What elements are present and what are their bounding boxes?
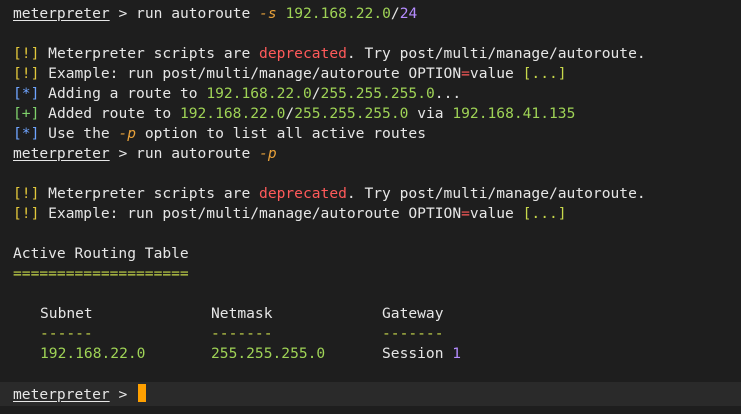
- message-line: [!] Example: run post/multi/manage/autor…: [13, 204, 741, 224]
- deprecated-highlight: deprecated: [259, 45, 347, 62]
- message-text: value: [469, 205, 523, 222]
- message-text: value: [469, 65, 523, 82]
- header-gateway: Gateway: [382, 305, 444, 322]
- info-tag: [*]: [13, 125, 40, 142]
- message-text: Meterpreter scripts are: [48, 185, 260, 202]
- command-slash: /: [390, 5, 400, 22]
- command-flag: -s: [259, 5, 277, 22]
- option-bracket: [...]: [522, 65, 567, 82]
- equals-sign: =: [461, 65, 470, 82]
- active-prompt[interactable]: meterpreter >: [13, 384, 147, 404]
- command-text: run autoroute: [136, 145, 251, 162]
- message-text: Use the: [48, 125, 119, 142]
- message-line: [!] Meterpreter scripts are deprecated. …: [13, 184, 741, 204]
- message-text: Adding a route to: [48, 85, 207, 102]
- message-line: [*] Use the -p option to list all active…: [13, 124, 741, 144]
- cell-gateway: Session 1: [382, 344, 461, 364]
- command-text: run autoroute: [136, 5, 251, 22]
- message-line: [*] Adding a route to 192.168.22.0/255.2…: [13, 84, 741, 104]
- option-bracket: [...]: [522, 205, 567, 222]
- info-tag: [*]: [13, 85, 40, 102]
- header-netmask: Netmask: [211, 305, 273, 322]
- prompt-separator: >: [118, 5, 128, 22]
- route-slash: /: [311, 85, 321, 102]
- message-text: Meterpreter scripts are: [48, 45, 260, 62]
- gateway-session-id: 1: [452, 345, 462, 362]
- deprecated-highlight: deprecated: [259, 185, 347, 202]
- dash-subnet: ------: [40, 325, 93, 342]
- route-ip: 192.168.22.0: [179, 105, 286, 122]
- table-row: 192.168.22.0 255.255.255.0 Session 1: [13, 344, 741, 364]
- message-text: option to list all active routes: [136, 125, 426, 142]
- message-text: . Try post/multi/manage/autoroute.: [346, 45, 646, 62]
- route-gateway: 192.168.41.135: [452, 105, 576, 122]
- success-tag: [+]: [13, 105, 40, 122]
- route-mask: 255.255.255.0: [294, 105, 409, 122]
- message-text: . Try post/multi/manage/autoroute.: [346, 185, 646, 202]
- route-mask: 255.255.255.0: [320, 85, 435, 102]
- cell-subnet: 192.168.22.0: [40, 345, 146, 362]
- table-header-row: Subnet Netmask Gateway: [13, 304, 741, 324]
- option-flag: -p: [118, 125, 137, 142]
- message-text: via: [408, 105, 453, 122]
- message-text: Added route to: [48, 105, 180, 122]
- message-line: [!] Meterpreter scripts are deprecated. …: [13, 44, 741, 64]
- warning-tag: [!]: [13, 205, 40, 222]
- route-ip: 192.168.22.0: [206, 85, 312, 102]
- warning-tag: [!]: [13, 185, 40, 202]
- dash-netmask: -------: [211, 325, 273, 342]
- prompt-separator: >: [118, 386, 128, 403]
- command-cidr: 24: [399, 5, 418, 22]
- table-title: Active Routing Table: [13, 245, 189, 262]
- message-line: [+] Added route to 192.168.22.0/255.255.…: [13, 104, 741, 124]
- prompt-label: meterpreter: [13, 386, 110, 403]
- warning-tag: [!]: [13, 65, 40, 82]
- header-subnet: Subnet: [40, 305, 93, 322]
- command-line-2: meterpreter > run autoroute -p: [13, 144, 741, 164]
- equals-sign: =: [461, 205, 470, 222]
- command-flag: -p: [259, 145, 277, 162]
- table-header-dashes: ------ ------- -------: [13, 324, 741, 344]
- route-slash: /: [285, 105, 295, 122]
- gateway-label: Session: [382, 345, 453, 362]
- dash-gateway: -------: [382, 325, 444, 342]
- prompt-separator: >: [118, 145, 128, 162]
- prompt-label: meterpreter: [13, 145, 110, 162]
- command-ip: 192.168.22.0: [285, 5, 391, 22]
- command-line-1: meterpreter > run autoroute -s 192.168.2…: [13, 4, 741, 24]
- table-title-underline: ====================: [13, 265, 189, 282]
- message-text: Example: run post/multi/manage/autoroute…: [48, 65, 462, 82]
- message-text: ...: [434, 85, 462, 102]
- warning-tag: [!]: [13, 45, 40, 62]
- message-text: Example: run post/multi/manage/autoroute…: [48, 205, 462, 222]
- cell-netmask: 255.255.255.0: [211, 345, 326, 362]
- message-line: [!] Example: run post/multi/manage/autor…: [13, 64, 741, 84]
- text-cursor[interactable]: [138, 384, 147, 402]
- prompt-label: meterpreter: [13, 5, 110, 22]
- terminal-output: meterpreter > run autoroute -s 192.168.2…: [13, 4, 741, 364]
